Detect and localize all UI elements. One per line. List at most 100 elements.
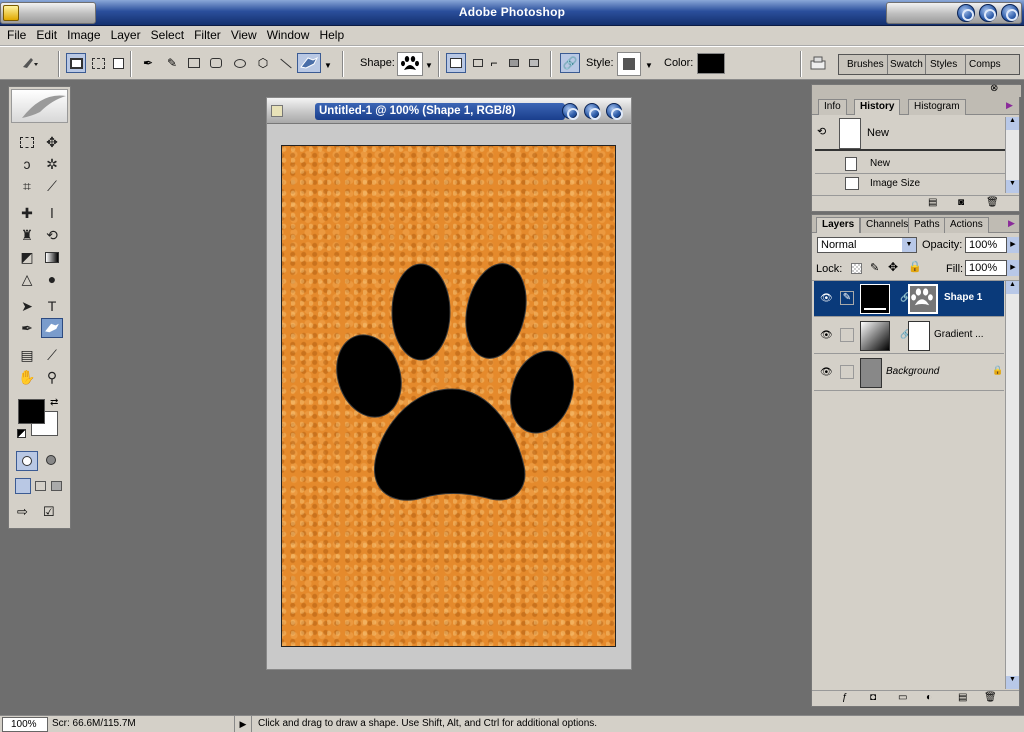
- opacity-slider-icon[interactable]: ▶: [1007, 237, 1019, 253]
- tab-layers[interactable]: Layers: [816, 217, 861, 233]
- custom-shape-tool-icon[interactable]: [297, 53, 321, 73]
- brush-tool-icon[interactable]: ǀ: [41, 203, 63, 223]
- document-close-button[interactable]: [606, 103, 623, 120]
- add-layer-mask-icon[interactable]: ◘: [870, 692, 876, 703]
- style-picker[interactable]: [617, 52, 641, 76]
- swap-colors-icon[interactable]: ⇄: [50, 397, 58, 408]
- panel-close-icon[interactable]: ⊗: [990, 83, 998, 94]
- delete-state-icon[interactable]: 🗑: [986, 197, 999, 208]
- opacity-input[interactable]: 100%: [965, 237, 1007, 253]
- notes-tool-icon[interactable]: ▤: [16, 345, 38, 365]
- menu-window[interactable]: Window: [267, 26, 310, 42]
- crop-tool-icon[interactable]: ⌗: [16, 176, 38, 196]
- close-button[interactable]: [1001, 4, 1019, 22]
- full-screen-menu-mode-icon[interactable]: [35, 481, 46, 491]
- default-colors-icon[interactable]: [17, 429, 26, 438]
- menu-help[interactable]: Help: [319, 26, 344, 42]
- menu-layer[interactable]: Layer: [111, 26, 141, 42]
- polygon-tool-icon[interactable]: ⬡: [253, 53, 273, 73]
- layer-row-background[interactable]: 👁 Background 🔒: [814, 355, 1004, 391]
- line-tool-icon[interactable]: [276, 53, 296, 73]
- custom-shape-dropdown-icon[interactable]: ▼: [324, 61, 332, 70]
- gradient-tool-icon[interactable]: [41, 247, 63, 267]
- menu-file[interactable]: File: [7, 26, 26, 42]
- dodge-tool-icon[interactable]: ●: [41, 269, 63, 289]
- new-group-icon[interactable]: ▭: [898, 692, 907, 703]
- vector-mask-thumbnail[interactable]: [908, 284, 938, 314]
- status-menu-arrow-icon[interactable]: ▶: [234, 716, 252, 732]
- rectangular-marquee-tool-icon[interactable]: [16, 132, 38, 152]
- document-maximize-button[interactable]: [584, 103, 601, 120]
- new-document-from-state-icon[interactable]: ▤: [928, 197, 937, 208]
- foreground-color-swatch[interactable]: [18, 399, 45, 424]
- layer-visibility-eye-icon[interactable]: 👁: [820, 293, 833, 304]
- slice-tool-icon[interactable]: ⟋: [41, 176, 63, 196]
- zoom-level-input[interactable]: 100%: [2, 717, 48, 732]
- document-minimize-button[interactable]: [562, 103, 579, 120]
- menu-select[interactable]: Select: [151, 26, 184, 42]
- standard-screen-mode-icon[interactable]: [15, 478, 31, 494]
- well-tab-swatches[interactable]: Swatch: [890, 59, 923, 70]
- zoom-tool-icon[interactable]: ⚲: [41, 367, 63, 387]
- eraser-tool-icon[interactable]: ◩: [16, 247, 38, 267]
- layer-row-shape-1[interactable]: 👁 ✎ 🔗 Shape 1: [814, 281, 1004, 317]
- rounded-rectangle-tool-icon[interactable]: [206, 53, 226, 73]
- link-layer-style-icon[interactable]: 🔗: [560, 53, 580, 73]
- history-step[interactable]: New: [815, 155, 1005, 174]
- hand-tool-icon[interactable]: ✋: [16, 367, 38, 387]
- layer-mask-thumbnail[interactable]: [908, 321, 930, 351]
- well-tab-styles[interactable]: Styles: [930, 59, 957, 70]
- layer-visibility-eye-icon[interactable]: 👁: [820, 367, 833, 378]
- menu-view[interactable]: View: [231, 26, 257, 42]
- lasso-tool-icon[interactable]: ↄ: [16, 154, 38, 174]
- layer-row-gradient[interactable]: 👁 🔗 Gradient ...: [814, 318, 1004, 354]
- document-icon[interactable]: [271, 105, 283, 117]
- menu-filter[interactable]: Filter: [194, 26, 221, 42]
- full-screen-mode-icon[interactable]: [51, 481, 62, 491]
- magic-wand-tool-icon[interactable]: ✲: [41, 154, 63, 174]
- document-canvas[interactable]: [281, 145, 616, 647]
- menu-edit[interactable]: Edit: [36, 26, 57, 42]
- layers-scrollbar[interactable]: ▲ ▼: [1005, 281, 1019, 689]
- healing-brush-tool-icon[interactable]: ✚: [16, 203, 38, 223]
- checkmark-icon[interactable]: ☑: [43, 504, 63, 522]
- tab-histogram[interactable]: Histogram: [908, 99, 966, 115]
- layer-link-box[interactable]: [840, 365, 854, 379]
- scroll-up-icon[interactable]: ▲: [1006, 117, 1019, 130]
- delete-layer-icon[interactable]: 🗑: [984, 692, 997, 703]
- well-tab-brushes[interactable]: Brushes: [847, 59, 884, 70]
- lock-image-pixels-icon[interactable]: ✎: [870, 261, 879, 274]
- tool-preset-picker-icon[interactable]: [20, 53, 40, 73]
- fill-pixels-mode-icon[interactable]: [108, 53, 128, 73]
- custom-shape-tool-palette-icon[interactable]: [41, 318, 63, 338]
- document-title-bar[interactable]: Untitled-1 @ 100% (Shape 1, RGB/8): [267, 98, 631, 124]
- pen-tool-palette-icon[interactable]: ✒: [16, 318, 38, 338]
- standard-mode-icon[interactable]: [16, 451, 38, 471]
- scroll-down-icon[interactable]: ▼: [1006, 676, 1019, 689]
- menu-image[interactable]: Image: [67, 26, 100, 42]
- history-step[interactable]: Image Size: [815, 175, 1005, 194]
- blur-tool-icon[interactable]: △: [16, 269, 38, 289]
- history-panel-menu-icon[interactable]: ▶: [1006, 100, 1013, 111]
- maximize-button[interactable]: [979, 4, 997, 22]
- layer-link-box[interactable]: [840, 328, 854, 342]
- ellipse-tool-icon[interactable]: [230, 53, 250, 73]
- exclude-overlapping-areas-icon[interactable]: [524, 53, 544, 73]
- tab-actions[interactable]: Actions: [944, 217, 989, 233]
- layers-panel-menu-icon[interactable]: ▶: [1008, 218, 1015, 229]
- tab-channels[interactable]: Channels: [860, 217, 915, 233]
- eyedropper-tool-icon[interactable]: ⟋: [41, 345, 63, 365]
- style-dropdown-icon[interactable]: ▼: [645, 61, 653, 70]
- new-adjustment-layer-icon[interactable]: ◐: [926, 692, 932, 703]
- subtract-shape-area-icon[interactable]: ⌐: [484, 53, 504, 73]
- blend-mode-select[interactable]: Normal ▼: [817, 237, 917, 253]
- intersect-shape-areas-icon[interactable]: [504, 53, 524, 73]
- paths-mode-icon[interactable]: [88, 53, 108, 73]
- color-swatch[interactable]: [697, 53, 725, 74]
- history-scrollbar[interactable]: ▲ ▼: [1005, 117, 1019, 193]
- layer-visibility-eye-icon[interactable]: 👁: [820, 330, 833, 341]
- history-brush-tool-icon[interactable]: ⟲: [41, 225, 63, 245]
- layer-brush-icon[interactable]: ✎: [840, 291, 854, 305]
- photoshop-feather-logo[interactable]: [11, 89, 68, 123]
- shape-picker[interactable]: [397, 52, 423, 76]
